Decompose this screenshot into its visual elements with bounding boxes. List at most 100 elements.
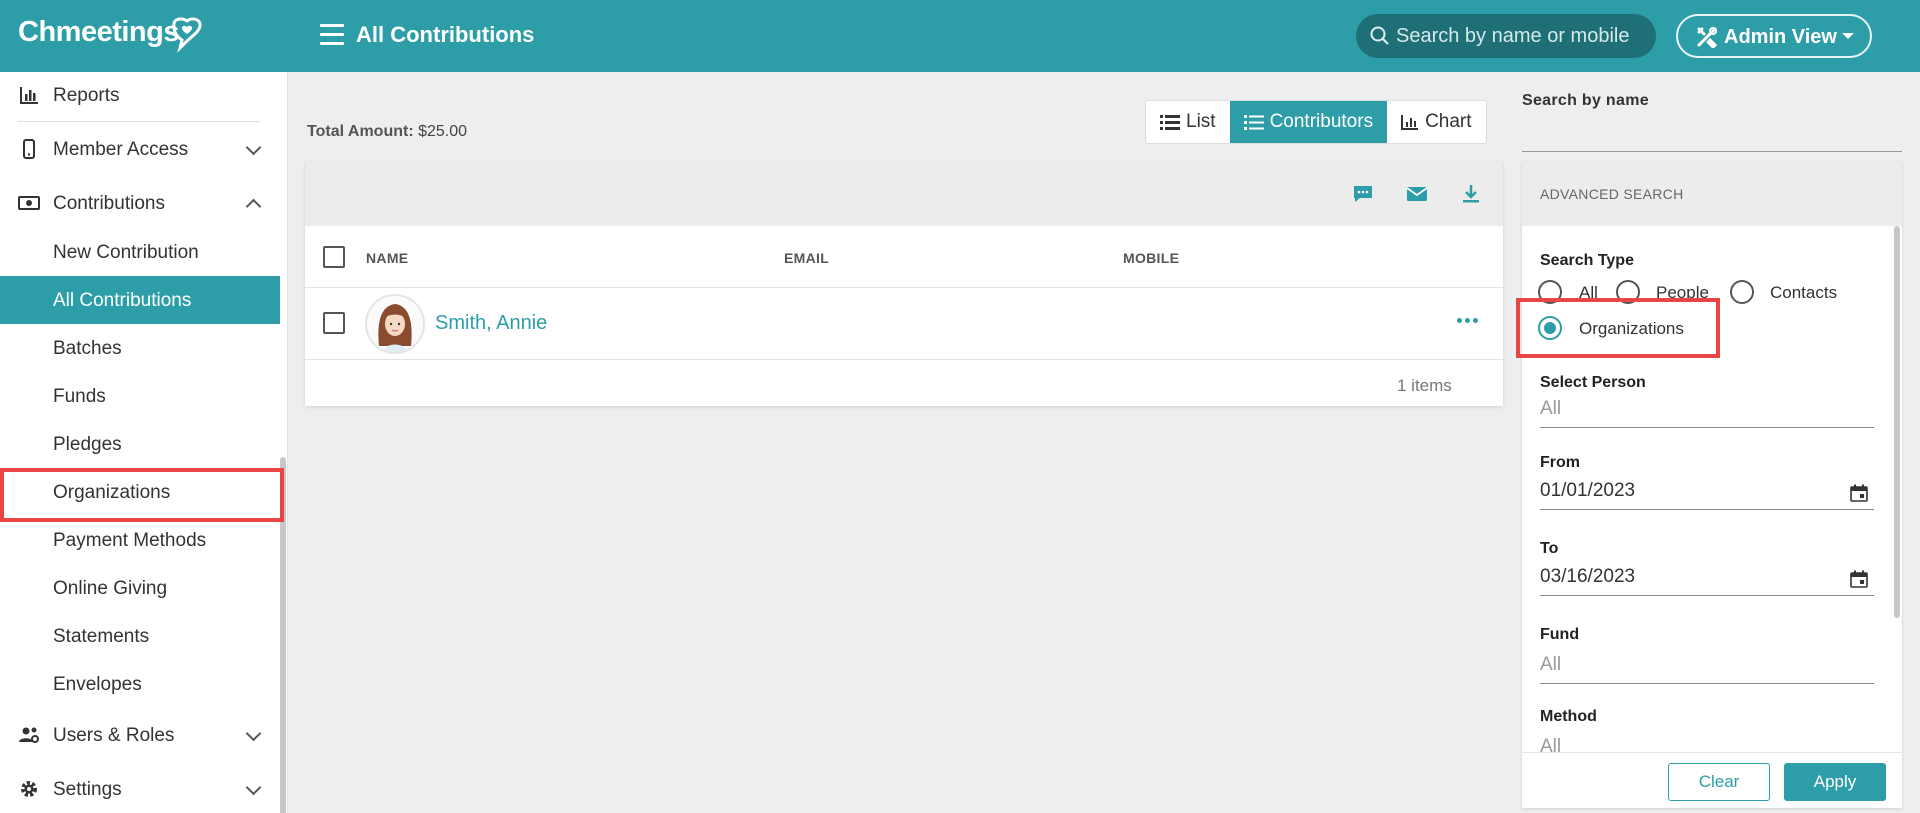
sidebar: Reports Member Access Contributions New … — [0, 72, 288, 813]
divider — [18, 121, 260, 122]
sidebar-item-settings[interactable]: Settings — [0, 766, 280, 812]
sidebar-item-contributions[interactable]: Contributions — [0, 180, 280, 226]
sidebar-subitem-label: Pledges — [53, 434, 122, 455]
advanced-search-panel: ADVANCED SEARCH Search Type All People C… — [1522, 162, 1902, 808]
search-type-label: Search Type — [1540, 252, 1634, 269]
fund-field[interactable]: All — [1540, 650, 1874, 684]
sidebar-item-label: Contributions — [53, 193, 165, 214]
global-search[interactable] — [1356, 14, 1656, 58]
table-header: NAME EMAIL MOBILE — [305, 226, 1503, 288]
sidebar-subitem-batches[interactable]: Batches — [0, 324, 280, 372]
sidebar-item-member-access[interactable]: Member Access — [0, 126, 280, 172]
sidebar-item-label: Settings — [53, 779, 122, 800]
tools-icon — [1697, 27, 1718, 48]
email-envelope-icon[interactable] — [1406, 184, 1428, 204]
fund-value: All — [1540, 654, 1562, 675]
items-count: 1 items — [1397, 376, 1452, 395]
admin-view-label: Admin View — [1724, 26, 1837, 48]
clear-button[interactable]: Clear — [1668, 763, 1770, 801]
sidebar-subitem-label: Statements — [53, 626, 150, 647]
sidebar-subitem-all-contributions[interactable]: All Contributions — [0, 276, 280, 324]
to-date-label: To — [1540, 540, 1559, 557]
advanced-search-footer: Clear Apply — [1522, 752, 1902, 808]
select-person-value: All — [1540, 398, 1562, 419]
view-contributors-label: Contributors — [1269, 111, 1374, 132]
row-more-actions-icon[interactable] — [1457, 318, 1478, 323]
sidebar-subitem-online-giving[interactable]: Online Giving — [0, 564, 280, 612]
column-header-email[interactable]: EMAIL — [784, 250, 829, 266]
mobile-phone-icon — [23, 139, 35, 159]
chevron-up-icon — [245, 198, 262, 215]
users-cog-icon — [19, 727, 39, 743]
sidebar-subitem-envelopes[interactable]: Envelopes — [0, 660, 280, 708]
download-icon[interactable] — [1460, 184, 1482, 204]
apply-button[interactable]: Apply — [1784, 763, 1886, 801]
highlight-box-organizations-radio — [1516, 298, 1720, 358]
sidebar-subitem-pledges[interactable]: Pledges — [0, 420, 280, 468]
global-search-input[interactable] — [1396, 14, 1646, 58]
sidebar-subitem-label: Envelopes — [53, 674, 142, 695]
search-by-name-input[interactable] — [1522, 118, 1902, 152]
menu-toggle-icon[interactable] — [320, 24, 344, 48]
select-all-checkbox[interactable] — [323, 246, 345, 268]
sidebar-item-label: Users & Roles — [53, 725, 175, 746]
view-toggle: List Contributors Chart — [1145, 100, 1487, 144]
to-date-value: 03/16/2023 — [1540, 566, 1636, 587]
sms-message-icon[interactable] — [1352, 184, 1374, 204]
view-contributors-button[interactable]: Contributors — [1229, 101, 1388, 143]
chevron-down-icon — [245, 139, 262, 156]
from-date-field[interactable]: 01/01/2023 — [1540, 476, 1874, 510]
page-title: All Contributions — [356, 22, 535, 47]
chevron-down-icon — [245, 779, 262, 796]
sidebar-subitem-funds[interactable]: Funds — [0, 372, 280, 420]
list-icon — [1243, 115, 1264, 130]
logo[interactable]: Chmeetings — [18, 16, 179, 49]
caret-down-icon — [1842, 33, 1854, 39]
search-by-name-label: Search by name — [1522, 92, 1649, 109]
sidebar-item-reports[interactable]: Reports — [0, 72, 280, 122]
sidebar-subitem-new-contribution[interactable]: New Contribution — [0, 228, 280, 276]
contributors-table-card: NAME EMAIL MOBILE Smith, Annie 1 items — [305, 162, 1503, 406]
advanced-search-title: ADVANCED SEARCH — [1540, 186, 1684, 202]
advanced-search-scrollbar[interactable] — [1894, 226, 1900, 618]
sidebar-subitem-label: Payment Methods — [53, 530, 207, 551]
advanced-search-header: ADVANCED SEARCH — [1522, 162, 1902, 226]
table-toolbar — [305, 162, 1503, 226]
bar-chart-icon — [1401, 115, 1419, 130]
search-type-contacts-label: Contacts — [1770, 283, 1838, 302]
sidebar-subitem-payment-methods[interactable]: Payment Methods — [0, 516, 280, 564]
method-label: Method — [1540, 708, 1597, 725]
sidebar-subitem-label: Batches — [53, 338, 122, 359]
view-list-label: List — [1186, 111, 1216, 132]
sidebar-subitem-label: Funds — [53, 386, 106, 407]
table-row[interactable]: Smith, Annie — [305, 288, 1503, 360]
gear-icon — [21, 781, 37, 797]
view-list-button[interactable]: List — [1146, 101, 1230, 143]
to-date-field[interactable]: 03/16/2023 — [1540, 562, 1874, 596]
from-date-label: From — [1540, 454, 1580, 471]
select-person-field[interactable]: All — [1540, 394, 1874, 428]
column-header-mobile[interactable]: MOBILE — [1123, 250, 1179, 266]
bar-chart-icon — [20, 87, 38, 104]
sidebar-subitem-label: All Contributions — [53, 290, 192, 311]
column-header-name[interactable]: NAME — [366, 250, 408, 266]
calendar-icon[interactable] — [1850, 570, 1868, 588]
sidebar-item-label: Reports — [53, 85, 120, 106]
view-chart-button[interactable]: Chart — [1387, 101, 1485, 143]
sidebar-item-users-roles[interactable]: Users & Roles — [0, 712, 280, 758]
select-person-label: Select Person — [1540, 374, 1646, 391]
chat-heart-logo-icon — [172, 17, 202, 53]
person-avatar-illustration-icon — [378, 304, 412, 352]
row-checkbox[interactable] — [323, 312, 345, 334]
contributor-name-link[interactable]: Smith, Annie — [435, 312, 547, 335]
admin-view-button[interactable]: Admin View — [1676, 14, 1872, 58]
search-type-contacts-radio[interactable] — [1730, 280, 1754, 304]
calendar-icon[interactable] — [1850, 484, 1868, 502]
total-amount-value: $25.00 — [418, 123, 468, 140]
total-amount: Total Amount: $25.00 — [307, 123, 467, 141]
sidebar-subitem-label: Online Giving — [53, 578, 168, 599]
avatar — [365, 294, 425, 354]
sidebar-item-label: Member Access — [53, 139, 189, 160]
sidebar-subitem-label: New Contribution — [53, 242, 199, 263]
sidebar-subitem-statements[interactable]: Statements — [0, 612, 280, 660]
